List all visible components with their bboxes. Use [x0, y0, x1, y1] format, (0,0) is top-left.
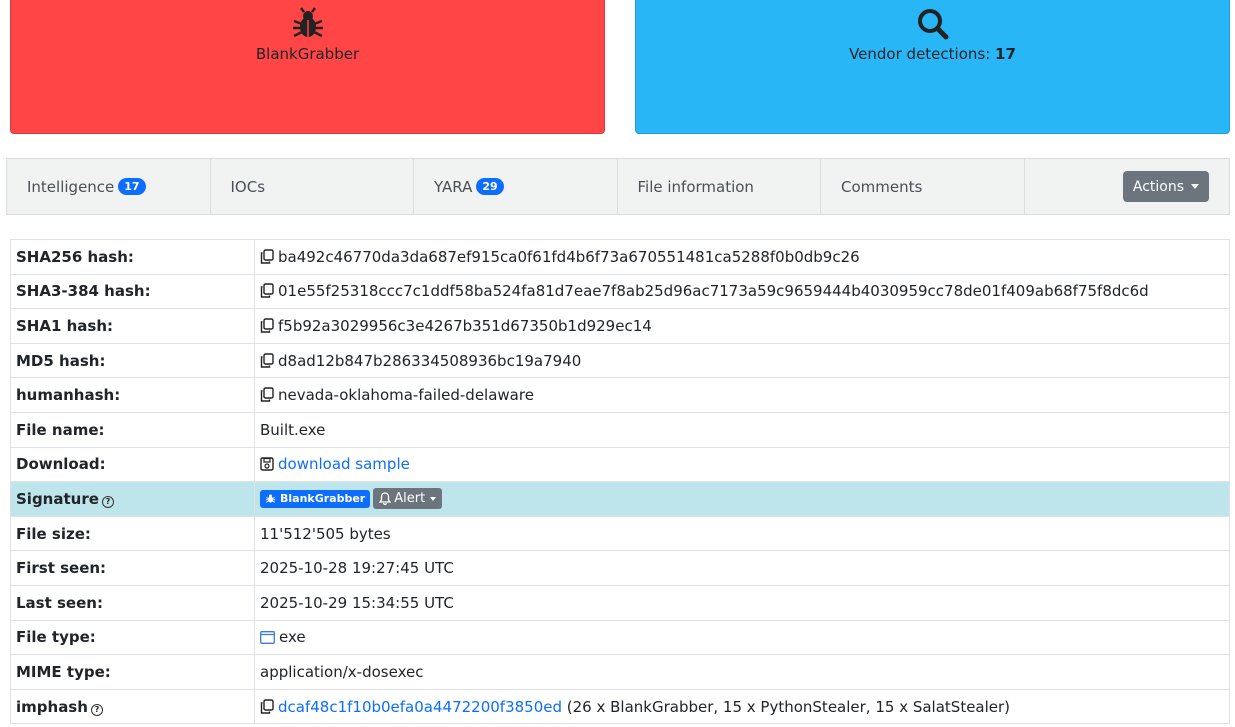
copy-icon[interactable]	[260, 283, 274, 299]
bug-icon	[265, 494, 276, 504]
signature-card-label: BlankGrabber	[255, 45, 360, 63]
tab-bar: Intelligence 17 IOCs YARA 29 File inform…	[6, 158, 1230, 215]
last-seen-value: 2025-10-29 15:34:55 UTC	[254, 584, 1230, 621]
table-row: File size: 11'512'505 bytes	[10, 515, 1230, 552]
question-circle-icon[interactable]: ?	[101, 495, 114, 508]
row-key: Download:	[10, 446, 255, 483]
table-row: File type: exe	[10, 619, 1230, 656]
alert-dropdown-button[interactable]: Alert	[373, 488, 443, 510]
row-key: SHA256 hash:	[10, 239, 255, 275]
imphash-key-label: imphash	[16, 697, 88, 716]
signature-badge-label: BlankGrabber	[280, 492, 366, 506]
file-info-table: SHA256 hash: ba492c46770da3da687ef915ca0…	[10, 239, 1230, 725]
vendor-detections-text: Vendor detections: 17	[636, 44, 1229, 64]
row-key: File type:	[10, 619, 255, 656]
tab-iocs[interactable]: IOCs	[211, 159, 414, 214]
row-value: f5b92a3029956c3e4267b351d67350b1d929ec14	[254, 308, 1230, 344]
bell-icon	[379, 492, 392, 506]
row-key: MD5 hash:	[10, 342, 255, 379]
table-row: SHA256 hash: ba492c46770da3da687ef915ca0…	[10, 239, 1230, 275]
row-key: Signature?	[10, 481, 255, 517]
row-key: Last seen:	[10, 584, 255, 621]
copy-icon[interactable]	[260, 698, 274, 714]
signature-badge[interactable]: BlankGrabber	[260, 489, 371, 508]
imphash-link[interactable]: dcaf48c1f10b0efa0a4472200f3850ed	[278, 698, 562, 716]
actions-cell: Actions	[1025, 159, 1230, 214]
file-name-value: Built.exe	[254, 411, 1230, 448]
sha3-value: 01e55f25318ccc7c1ddf58ba524fa81d7eae7f8a…	[278, 282, 1149, 301]
vendor-detections-prefix: Vendor detections:	[849, 45, 996, 63]
download-sample-link[interactable]: download sample	[278, 455, 410, 473]
table-row: SHA1 hash: f5b92a3029956c3e4267b351d6735…	[10, 308, 1230, 344]
row-key: MIME type:	[10, 654, 255, 690]
row-key: imphash?	[10, 688, 255, 725]
row-value: nevada-oklahoma-failed-delaware	[254, 377, 1230, 413]
row-key: SHA3-384 hash:	[10, 273, 255, 310]
actions-label: Actions	[1132, 178, 1184, 195]
table-row: MD5 hash: d8ad12b847b286334508936bc19a79…	[10, 342, 1230, 379]
file-size-value: 11'512'505 bytes	[254, 515, 1230, 552]
humanhash-value: nevada-oklahoma-failed-delaware	[278, 386, 534, 405]
copy-icon[interactable]	[260, 249, 274, 264]
md5-value: d8ad12b847b286334508936bc19a7940	[278, 351, 582, 370]
table-row: MIME type: application/x-dosexec	[10, 654, 1230, 690]
vendor-detections-card[interactable]: Vendor detections: 17	[635, 0, 1230, 134]
tab-intelligence[interactable]: Intelligence 17	[7, 159, 211, 214]
table-row: humanhash: nevada-oklahoma-failed-delawa…	[10, 377, 1230, 413]
alert-label: Alert	[394, 491, 426, 507]
row-key: File size:	[10, 515, 255, 552]
tab-comments-label: Comments	[841, 177, 923, 196]
row-key: File name:	[10, 411, 255, 448]
row-key: First seen:	[10, 550, 255, 586]
table-row: imphash? dcaf48c1f10b0efa0a4472200f3850e…	[10, 688, 1230, 725]
floppy-disk-icon	[260, 457, 274, 472]
question-circle-icon[interactable]: ?	[90, 703, 103, 716]
search-icon	[917, 9, 948, 40]
mime-type-value: application/x-dosexec	[254, 654, 1230, 690]
signature-card[interactable]: BlankGrabber	[10, 0, 605, 134]
sha256-value: ba492c46770da3da687ef915ca0f61fd4b6f73a6…	[278, 247, 860, 266]
tab-yara-label: YARA	[434, 177, 473, 196]
imphash-matches-text: (26 x BlankGrabber, 15 x PythonStealer, …	[562, 697, 1011, 716]
row-value: BlankGrabber Alert	[254, 481, 1230, 517]
signature-key-label: Signature	[16, 489, 99, 508]
table-row: Signature? BlankGrabber Alert	[10, 481, 1230, 517]
table-row: SHA3-384 hash: 01e55f25318ccc7c1ddf58ba5…	[10, 273, 1230, 310]
copy-icon[interactable]	[260, 387, 274, 402]
row-key: SHA1 hash:	[10, 308, 255, 344]
table-row: File name: Built.exe	[10, 411, 1230, 448]
vendor-detections-count: 17	[995, 45, 1016, 63]
tab-iocs-label: IOCs	[230, 177, 266, 196]
tab-file-information[interactable]: File information	[618, 159, 821, 214]
table-row: First seen: 2025-10-28 19:27:45 UTC	[10, 550, 1230, 586]
sha1-value: f5b92a3029956c3e4267b351d67350b1d929ec14	[278, 316, 652, 335]
caret-down-icon	[1191, 184, 1199, 189]
actions-dropdown-button[interactable]: Actions	[1122, 171, 1209, 202]
file-type-value: exe	[279, 628, 306, 647]
window-icon	[260, 631, 275, 645]
row-value: d8ad12b847b286334508936bc19a7940	[254, 342, 1230, 379]
tab-file-information-label: File information	[637, 177, 754, 196]
copy-icon[interactable]	[260, 318, 274, 333]
row-value: download sample	[254, 446, 1230, 483]
first-seen-value: 2025-10-28 19:27:45 UTC	[254, 550, 1230, 586]
row-value: ba492c46770da3da687ef915ca0f61fd4b6f73a6…	[254, 239, 1230, 275]
caret-down-icon	[430, 496, 437, 501]
table-row: Download: download sample	[10, 446, 1230, 483]
intelligence-count-badge: 17	[118, 178, 146, 195]
table-row: Last seen: 2025-10-29 15:34:55 UTC	[10, 584, 1230, 621]
bug-icon	[292, 7, 323, 38]
row-value: exe	[254, 619, 1230, 656]
yara-count-badge: 29	[476, 178, 504, 195]
copy-icon[interactable]	[260, 352, 274, 368]
row-value: dcaf48c1f10b0efa0a4472200f3850ed (26 x B…	[254, 688, 1230, 725]
row-value: 01e55f25318ccc7c1ddf58ba524fa81d7eae7f8a…	[254, 273, 1230, 310]
tab-yara[interactable]: YARA 29	[414, 159, 618, 214]
row-key: humanhash:	[10, 377, 255, 413]
tab-intelligence-label: Intelligence	[27, 177, 115, 196]
tab-comments[interactable]: Comments	[821, 159, 1025, 214]
